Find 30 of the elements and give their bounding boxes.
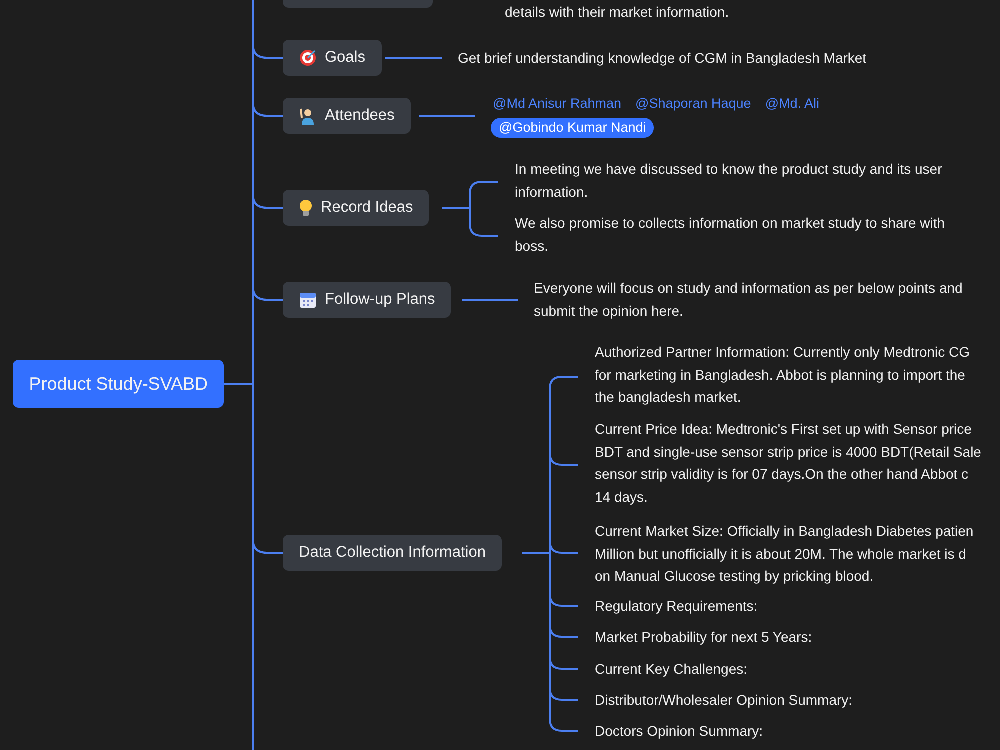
subtopic-text: Market Probability for next 5 Years: — [595, 628, 812, 647]
calendar-icon — [299, 291, 317, 309]
mention-tag[interactable]: @Gobindo Kumar Nandi — [491, 118, 654, 138]
subtopic-text: Get brief understanding knowledge of CGM in Bangladesh Market — [458, 49, 867, 68]
mention-tag[interactable]: @Shaporan Haque — [634, 94, 754, 114]
connector-line — [419, 115, 475, 117]
topic-detail: details with their market information. — [505, 3, 730, 22]
topic-node[interactable]: Follow-up Plans — [283, 282, 452, 318]
subtopic-text: We also promise to collects information on market study to share with boss. — [515, 214, 946, 256]
mention-tag[interactable]: @Md Anisur Rahman — [491, 94, 624, 114]
topic-node[interactable]: Goals — [283, 40, 382, 76]
subtopic-text: Authorized Partner Information: Currently only Medtronic CG for marketing in Bangladesh. Abbot is planning to import the the bangladesh market. — [595, 343, 970, 407]
connector-line — [462, 299, 518, 301]
subtopic-text: Current Price Idea: Medtronic's First set up with Sensor price BDT and single-use sensor strip price is 4000 BDT(Retail Sale sensor strip validity is for 07 days.On the other hand Abbot c 14 days. — [595, 420, 982, 507]
target-icon — [299, 49, 317, 67]
subtopic-text: Regulatory Requirements: — [595, 597, 758, 616]
subtopic-text: Current Market Size: Officially in Bangladesh Diabetes patien Million but unofficially it is about 20M. The whole market is d on Manual Glucose testing by pricking blood. — [595, 522, 974, 586]
subtopic-text: Current Key Challenges: — [595, 660, 748, 679]
subtopic-text: Everyone will focus on study and information as per below points and submit the opinion here. — [534, 279, 963, 321]
connector-line — [385, 57, 442, 59]
person-icon — [299, 107, 317, 125]
lightbulb-icon — [299, 199, 313, 217]
subtopic-text: Distributor/Wholesaler Opinion Summary: — [595, 691, 853, 710]
root-node[interactable]: Product Study-SVABD — [13, 360, 224, 408]
topic-node[interactable]: Record Ideas — [283, 190, 430, 226]
topic-node[interactable]: Attendees — [283, 98, 411, 134]
subtopic-text: In meeting we have discussed to know the product study and its user information. — [515, 160, 942, 202]
subtopic-text: Doctors Opinion Summary: — [595, 722, 764, 741]
topic-node[interactable]: Data Collection Information — [283, 535, 502, 571]
mention-tag[interactable]: @Md. Ali — [763, 94, 822, 114]
